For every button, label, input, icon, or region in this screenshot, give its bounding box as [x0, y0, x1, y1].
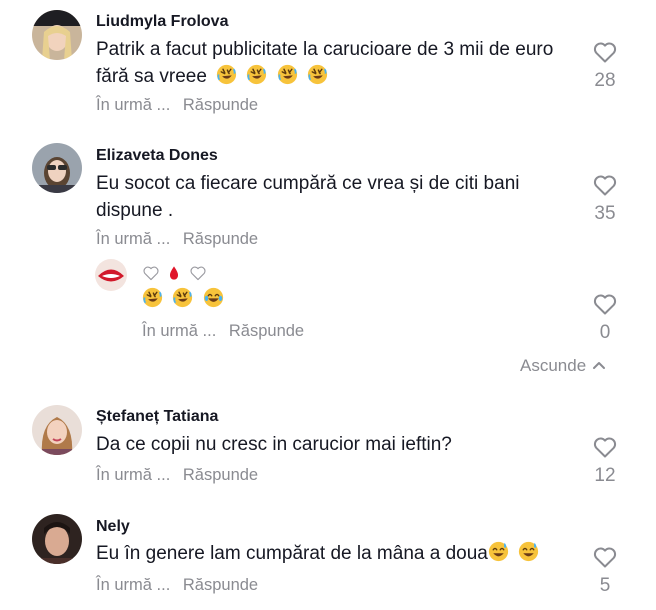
- reply-button[interactable]: Răspunde: [183, 466, 258, 484]
- comment-text-line: Eu socot ca fiecare cumpără ce vrea și d…: [96, 173, 520, 194]
- comment-meta: În urmă ... Răspunde: [142, 322, 304, 341]
- like-count: 5: [599, 575, 611, 596]
- avatar[interactable]: [95, 259, 127, 291]
- comment-text: Eu socot ca fiecare cumpără ce vrea și d…: [96, 170, 566, 224]
- comment-meta: În urmă ... Răspunde: [96, 96, 258, 115]
- like-count: 12: [594, 465, 616, 486]
- heart-icon[interactable]: [593, 174, 617, 196]
- avatar[interactable]: [32, 514, 82, 564]
- comment-text-content: Eu în genere lam cumpărat de la mâna a d…: [96, 543, 488, 564]
- joy-emoji: [203, 287, 224, 308]
- reply-button[interactable]: Răspunde: [229, 322, 304, 340]
- like-count: 28: [594, 70, 616, 91]
- comment-time: În urmă ...: [96, 576, 171, 594]
- like-control: 12: [580, 436, 630, 487]
- rofl-emoji: [216, 64, 237, 85]
- comment-meta: În urmă ... Răspunde: [96, 576, 258, 595]
- white-heart-emoji: [189, 265, 207, 281]
- comment-time: În urmă ...: [96, 230, 171, 248]
- white-heart-emoji: [142, 265, 160, 281]
- hide-replies-label: Ascunde: [520, 356, 587, 375]
- like-control: 35: [580, 174, 630, 225]
- rofl-emoji: [277, 64, 298, 85]
- comment-meta: În urmă ... Răspunde: [96, 230, 258, 249]
- comment-time: În urmă ...: [142, 322, 217, 340]
- heart-icon[interactable]: [593, 436, 617, 458]
- reply-button[interactable]: Răspunde: [183, 576, 258, 594]
- like-control: 0: [580, 293, 630, 344]
- sweat-smile-emoji: [488, 541, 509, 562]
- comment-text-line: dispune .: [96, 200, 174, 221]
- comment-meta: În urmă ... Răspunde: [96, 466, 258, 485]
- rofl-emoji: [307, 64, 328, 85]
- heart-icon[interactable]: [593, 546, 617, 568]
- reply-button[interactable]: Răspunde: [183, 230, 258, 248]
- comment-text: Da ce copii nu cresc in carucior mai ief…: [96, 431, 566, 458]
- like-control: 5: [580, 546, 630, 597]
- comment-username[interactable]: Elizaveta Dones: [96, 147, 218, 165]
- reply-text: [142, 261, 612, 313]
- avatar[interactable]: [32, 405, 82, 455]
- sweat-smile-emoji: [518, 541, 539, 562]
- avatar[interactable]: [32, 10, 82, 60]
- avatar[interactable]: [32, 143, 82, 193]
- comment-time: În urmă ...: [96, 466, 171, 484]
- comment-text: Eu în genere lam cumpărat de la mâna a d…: [96, 540, 566, 567]
- rofl-emoji: [246, 64, 267, 85]
- hide-replies-button[interactable]: Ascunde: [520, 356, 606, 376]
- comment-username[interactable]: Liudmyla Frolova: [96, 13, 228, 31]
- comment-username[interactable]: Nely: [96, 518, 130, 536]
- chevron-up-icon: [593, 362, 606, 369]
- reply-button[interactable]: Răspunde: [183, 96, 258, 114]
- heart-icon[interactable]: [593, 41, 617, 63]
- comment-text-content: Da ce copii nu cresc in carucior mai ief…: [96, 434, 452, 455]
- heart-icon[interactable]: [593, 293, 617, 315]
- rofl-emoji: [142, 287, 163, 308]
- like-control: 28: [580, 41, 630, 92]
- like-count: 0: [599, 322, 611, 343]
- reply-emoji-line: [142, 287, 612, 313]
- reply-emoji-line: [142, 261, 612, 287]
- comment-text: Patrik a facut publicitate la carucioare…: [96, 36, 566, 90]
- drop-of-blood-emoji: [165, 265, 183, 281]
- comment-time: În urmă ...: [96, 96, 171, 114]
- comment-username[interactable]: Ștefaneț Tatiana: [96, 408, 218, 426]
- like-count: 35: [594, 203, 616, 224]
- rofl-emoji: [172, 287, 193, 308]
